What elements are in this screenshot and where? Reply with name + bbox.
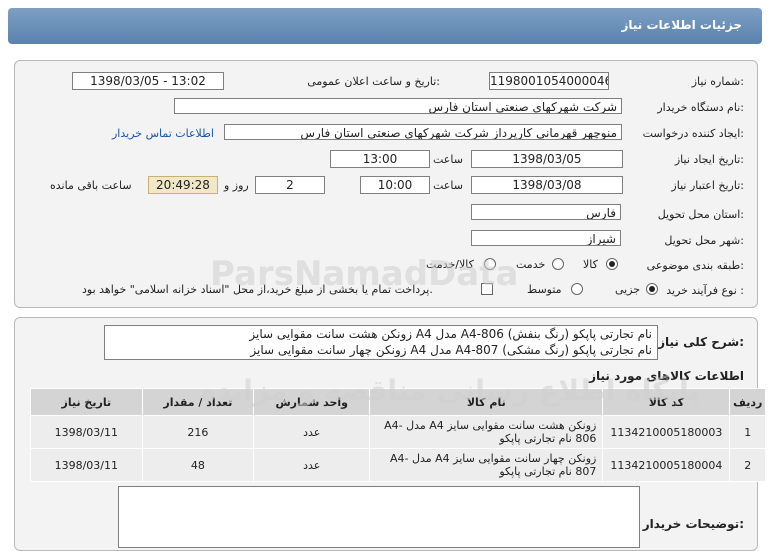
watermark-persian: پایگاه اطلاع رسانی مناقصه و مزایده [200,374,701,407]
requester-label: ایجاد کننده درخواست: [642,127,744,140]
need-number-label: شماره نیاز: [691,75,744,88]
cell-qty: 48 [141,448,255,482]
process-label: نوع فرآیند خرید : [666,284,744,297]
cell-row: 2 [729,448,766,482]
cell-unit: عدد [253,415,371,449]
buyer-org-label: نام دستگاه خریدار: [657,101,744,114]
cell-code: 1134210005180003 [602,415,731,449]
created-time-word: ساعت [433,153,463,166]
city-label: شهر محل تحویل: [664,234,744,247]
title-bar: جزئیات اطلاعات نیاز [8,8,762,44]
cell-name: زونکن چهار سانت مقوایی سایز A4 مدل A4-80… [369,448,604,482]
process-radio-medium[interactable] [571,283,583,295]
summary-label: شرح کلی نیاز: [658,335,744,349]
remaining-word: ساعت باقی مانده [50,179,132,192]
created-date-field: 1398/03/05 [471,150,623,168]
category-option-service: خدمت [516,258,546,271]
cell-code: 1134210005180004 [602,448,731,482]
cell-date: 1398/03/11 [30,448,143,482]
days-field: 2 [255,176,325,194]
buyer-notes-box [118,486,640,548]
validity-label: تاریخ اعتبار نیاز: [671,179,744,192]
cell-date: 1398/03/11 [30,415,143,449]
table-row: 1 1134210005180003 زونکن هشت سانت مقوایی… [30,415,766,449]
need-number-field: 1198001054000046 [489,72,609,90]
province-label: استان محل تحویل: [657,208,744,221]
city-field: شیراز [471,230,621,246]
requester-field: منوچهر قهرمانی کارپرداز شرکت شهرکهای صنع… [224,124,622,140]
created-date-label: تاریخ ایجاد نیاز: [674,153,744,166]
cell-row: 1 [729,415,766,449]
category-label: طبقه بندی موضوعی: [646,259,744,272]
category-radio-service[interactable] [552,258,564,270]
col-date: تاریخ نیاز [30,388,143,416]
table-row: 2 1134210005180004 زونکن چهار سانت مقوای… [30,448,766,482]
category-option-goods: کالا [583,258,598,271]
process-radio-minor[interactable] [646,283,658,295]
validity-time-word: ساعت [433,179,463,192]
summary-line-2: زونکن چهار سانت مقوایی سایز A4 مدل A4-80… [250,343,652,357]
watermark-latin: ParsNamadData [210,254,519,294]
contact-buyer-link[interactable]: اطلاعات تماس خریدار [112,127,214,140]
buyer-org-field: شرکت شهرکهای صنعتی استان فارس [174,98,622,114]
summary-line-1: زونکن هشت سانت مقوایی سایز A4 مدل A4-806… [249,327,652,341]
validity-date-field: 1398/03/08 [471,176,623,194]
announce-field: 1398/03/05 - 13:02 [72,72,224,90]
days-word: روز و [224,179,249,192]
process-option-medium: متوسط [527,283,562,296]
created-time-field: 13:00 [330,150,430,168]
page-title: جزئیات اطلاعات نیاز [621,18,742,32]
col-row: ردیف [729,388,766,416]
cell-qty: 216 [141,415,255,449]
cell-name: زونکن هشت سانت مقوایی سایز A4 مدل A4-806… [369,415,604,449]
process-option-minor: جزیی [615,283,641,296]
validity-time-field: 10:00 [360,176,430,194]
buyer-notes-label: توضیحات خریدار: [642,517,744,531]
province-field: فارس [471,204,621,220]
cell-unit: عدد [253,448,371,482]
category-radio-goods[interactable] [606,258,618,270]
announce-label: تاریخ و ساعت اعلان عمومی: [307,75,440,88]
remaining-time-field: 20:49:28 [148,176,218,194]
